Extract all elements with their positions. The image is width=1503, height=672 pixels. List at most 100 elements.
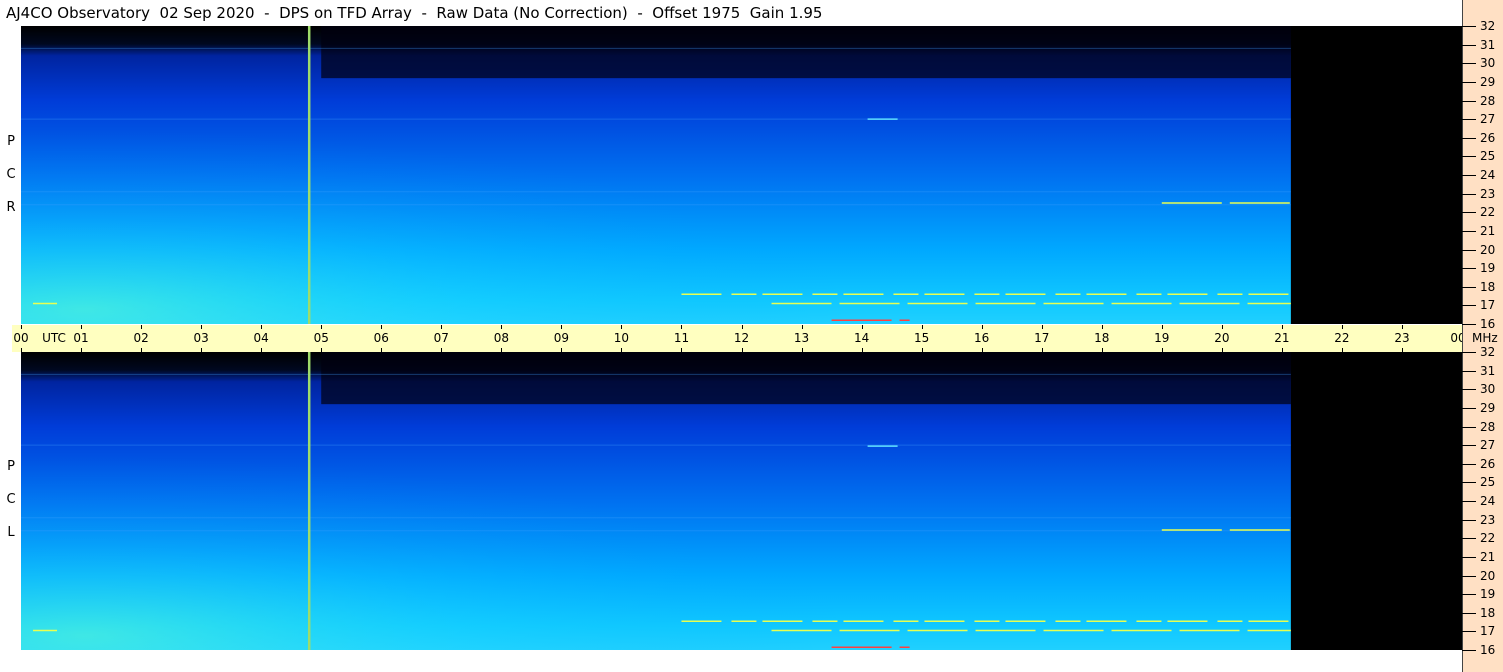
- chart-title: AJ4CO Observatory 02 Sep 2020 - DPS on T…: [6, 4, 823, 22]
- freq-tick-label: 26: [1480, 130, 1496, 145]
- freq-tick-label: 26: [1480, 456, 1496, 471]
- freq-tick-label: 25: [1480, 149, 1496, 164]
- utc-tick-mark: [681, 348, 683, 352]
- utc-tick-mark: [21, 325, 22, 329]
- freq-tick-label: 24: [1480, 168, 1496, 182]
- utc-tick-label: 09: [553, 331, 570, 345]
- freq-tick-mark: [1462, 26, 1476, 27]
- utc-tick-mark: [1401, 348, 1403, 352]
- freq-tick-mark: [1462, 324, 1476, 325]
- utc-tick-mark: [81, 348, 83, 352]
- freq-tick-label: 24: [1480, 494, 1496, 508]
- freq-tick-mark: [1462, 463, 1476, 465]
- freq-tick-mark: [1462, 594, 1476, 596]
- freq-tick-label: 21: [1480, 223, 1496, 238]
- utc-tick-mark: [261, 348, 263, 352]
- utc-time-axis: 00 01 02 03 04 05 06 07 08 09 10 11 12 13 14 15 16 17 18 19…: [12, 325, 1466, 352]
- spectrogram-svg: [21, 352, 1462, 650]
- utc-tick-mark: [501, 325, 503, 329]
- freq-tick-label: 19: [1480, 587, 1496, 602]
- utc-tick-label: 17: [1034, 331, 1050, 345]
- utc-tick-mark: [441, 348, 443, 352]
- upper-dark-band: [321, 352, 1291, 405]
- utc-tick-label: 00: [13, 331, 29, 345]
- freq-tick-label: 16: [1480, 317, 1496, 331]
- utc-tick-mark: [801, 325, 803, 329]
- utc-tick-mark: [321, 325, 323, 329]
- freq-tick-mark: [1462, 230, 1476, 232]
- freq-tick-mark: [1462, 370, 1476, 372]
- utc-tick-mark: [201, 348, 203, 352]
- freq-tick-mark: [1462, 482, 1476, 484]
- utc-tick-mark: [141, 325, 143, 329]
- freq-tick-mark: [1462, 519, 1476, 521]
- freq-tick-mark: [1462, 286, 1476, 288]
- utc-tick-mark: [501, 348, 503, 352]
- utc-tick-label: 19: [1154, 331, 1170, 345]
- utc-tick-mark: [1221, 325, 1223, 329]
- utc-tick-mark: [1341, 325, 1343, 329]
- freq-tick-mark: [1462, 193, 1476, 195]
- utc-tick-label: 01: [73, 331, 89, 345]
- utc-tick-label: 07: [433, 331, 449, 345]
- freq-tick-label: 27: [1480, 438, 1496, 453]
- freq-tick-label: 29: [1480, 400, 1496, 415]
- freq-tick-label: 18: [1480, 605, 1496, 620]
- utc-tick-mark: [741, 348, 743, 352]
- lcp-spectrogram: [21, 352, 1462, 650]
- freq-tick-mark: [1462, 612, 1476, 614]
- freq-tick-mark: [1462, 119, 1476, 121]
- lcp-panel-label: P C L: [4, 450, 18, 549]
- utc-tick-mark: [1161, 325, 1163, 329]
- utc-tick-label: 14: [853, 331, 870, 345]
- spectrogram-svg: [21, 26, 1462, 324]
- utc-tick-mark: [381, 325, 383, 329]
- freq-tick-label: 27: [1480, 112, 1496, 127]
- freq-tick-mark: [1462, 445, 1476, 447]
- utc-tick-mark: [261, 325, 263, 329]
- freq-tick-mark: [1462, 44, 1476, 46]
- utc-tick-mark: [921, 325, 923, 329]
- utc-tick-label: 15: [913, 331, 930, 345]
- freq-tick-label: 18: [1480, 279, 1496, 294]
- freq-tick-mark: [1462, 81, 1476, 83]
- freq-tick-label: 30: [1480, 56, 1496, 71]
- freq-tick-label: 25: [1480, 475, 1496, 490]
- utc-tick-mark: [201, 325, 203, 329]
- freq-tick-label: 17: [1480, 624, 1496, 639]
- freq-tick-mark: [1462, 650, 1476, 651]
- utc-tick-mark: [621, 348, 623, 352]
- freq-tick-label: 16: [1480, 643, 1496, 657]
- freq-tick-mark: [1462, 501, 1476, 502]
- utc-tick-mark: [1101, 348, 1103, 352]
- freq-tick-mark: [1462, 100, 1476, 102]
- freq-tick-label: 28: [1480, 93, 1496, 108]
- utc-tick-label: 21: [1274, 331, 1290, 345]
- freq-tick-label: 23: [1480, 512, 1496, 527]
- freq-tick-label: 19: [1480, 261, 1496, 276]
- upper-dark-band: [321, 26, 1291, 79]
- utc-tick-label: 05: [313, 331, 329, 345]
- utc-tick-mark: [561, 348, 563, 352]
- freq-tick-label: 21: [1480, 549, 1496, 564]
- freq-tick-label: 22: [1480, 205, 1496, 220]
- freq-tick-mark: [1462, 137, 1476, 139]
- rcp-letter: P: [7, 134, 15, 149]
- utc-tick-mark: [381, 348, 383, 352]
- utc-tick-mark: [1041, 325, 1043, 329]
- utc-tick-mark: [741, 325, 743, 329]
- utc-tick-mark: [1101, 325, 1103, 329]
- freq-tick-label: 20: [1480, 242, 1496, 257]
- utc-tick-mark: [861, 348, 863, 352]
- freq-tick-mark: [1462, 631, 1476, 633]
- freq-tick-mark: [1462, 556, 1476, 558]
- rcp-letter: C: [6, 167, 16, 182]
- utc-tick-mark: [981, 325, 983, 329]
- freq-tick-mark: [1462, 538, 1476, 540]
- freq-tick-mark: [1462, 63, 1476, 65]
- utc-tick-mark: [1341, 348, 1343, 352]
- mhz-unit-label: MHz: [1472, 331, 1498, 345]
- utc-tick-mark: [1041, 348, 1043, 352]
- utc-tick-mark: [141, 348, 143, 352]
- utc-tick-mark: [981, 348, 983, 352]
